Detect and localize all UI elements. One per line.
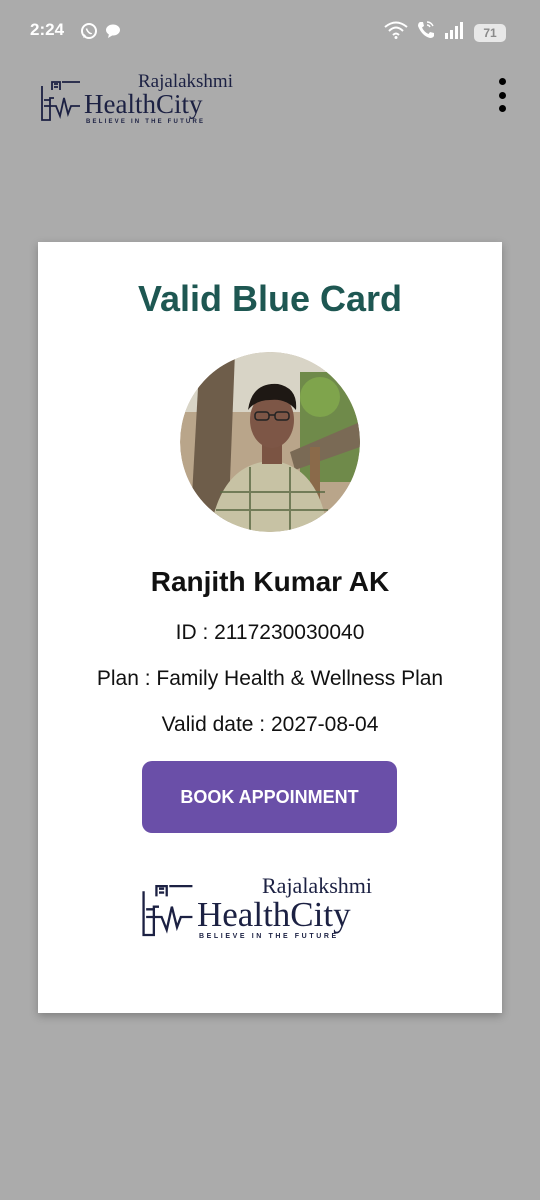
- logo-tagline: BELIEVE IN THE FUTURE: [86, 119, 206, 125]
- logo-tagline: BELIEVE IN THE FUTURE: [199, 933, 339, 940]
- member-plan: Plan : Family Health & Wellness Plan: [96, 667, 444, 690]
- more-vertical-icon[interactable]: [494, 78, 510, 112]
- footer-logo: Rajalakshmi HealthCity BELIEVE IN THE FU…: [141, 875, 372, 940]
- valid-date: Valid date : 2027-08-04: [161, 713, 379, 736]
- signal-icon: [444, 21, 466, 44]
- logo-top-text: Rajalakshmi: [262, 873, 372, 898]
- battery-icon: 71: [474, 23, 506, 42]
- hospital-logo-icon: [41, 80, 80, 121]
- header-logo: Rajalakshmi HealthCity BELIEVE IN THE FU…: [40, 72, 233, 125]
- card-title: Valid Blue Card: [137, 278, 403, 319]
- status-time: 2:24: [30, 20, 65, 39]
- logo-main-text: HealthCity: [84, 89, 203, 119]
- hospital-logo-icon: [142, 884, 193, 936]
- avatar: [180, 352, 360, 532]
- book-appointment-button[interactable]: BOOK APPOINMENT: [142, 761, 397, 833]
- app-bar: Rajalakshmi HealthCity BELIEVE IN THE FU…: [0, 62, 540, 132]
- wifi-icon: [384, 21, 408, 44]
- wifi-call-icon: [416, 20, 436, 45]
- blue-card: Valid Blue Card Ranjith Kumar AK ID: 21…: [38, 242, 502, 1013]
- chat-icon: [104, 22, 122, 45]
- logo-main-text: HealthCity: [197, 895, 351, 934]
- member-id: ID : 2117230030040: [175, 621, 365, 644]
- whatsapp-icon: [80, 22, 98, 45]
- member-name: Ranjith Kumar AK: [150, 566, 390, 597]
- status-bar: 2:24 71: [0, 0, 540, 62]
